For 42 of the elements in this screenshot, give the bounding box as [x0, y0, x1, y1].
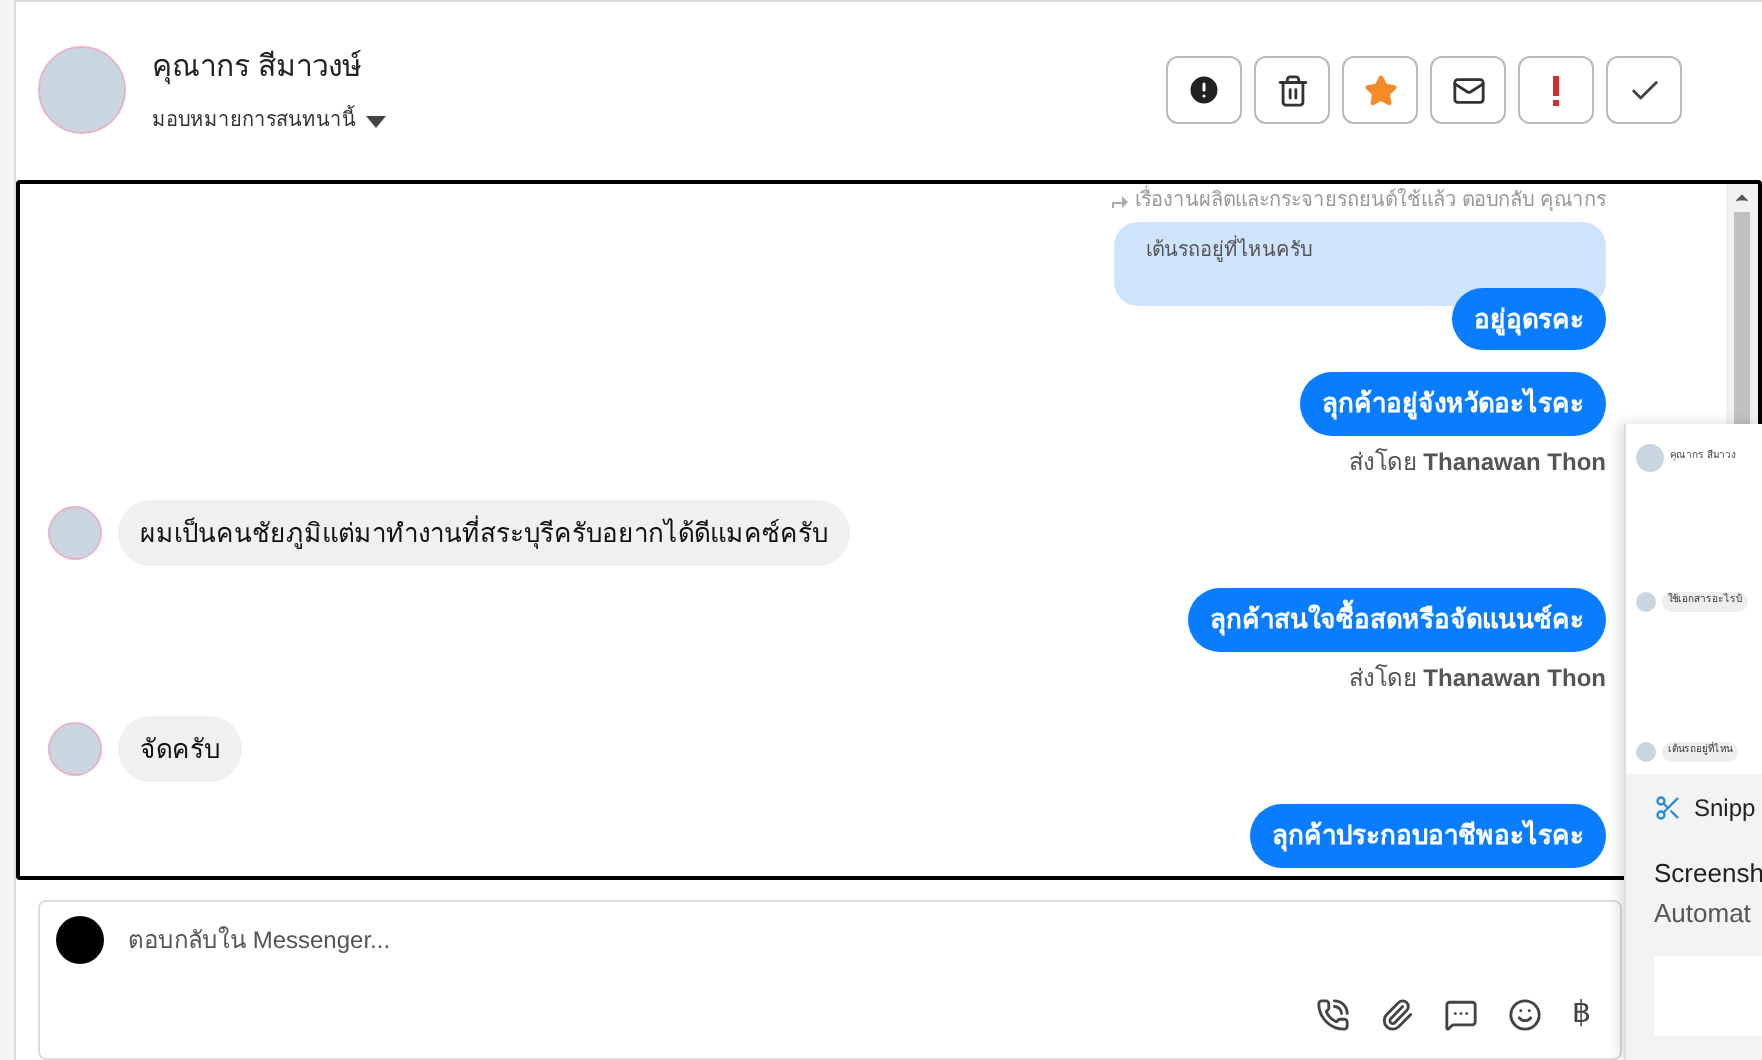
- sent-message: ลุกค้าสนใจซื้อสดหรือจัดแนนซ์คะ: [1188, 588, 1606, 652]
- avatar: [48, 506, 102, 561]
- important-button[interactable]: [1518, 56, 1594, 125]
- avatar: [48, 722, 102, 777]
- spam-button[interactable]: [1166, 56, 1242, 125]
- page-avatar: [56, 916, 104, 964]
- envelope-icon: [1451, 73, 1485, 108]
- paperclip-icon[interactable]: [1380, 997, 1414, 1032]
- sender-label: ส่งโดย Thanawan Thon: [1348, 445, 1606, 480]
- reply-box[interactable]: ตอบกลับใน Messenger... ฿: [38, 900, 1622, 1060]
- received-message: ผมเป็นคนชัยภูมิแต่มาทำงานที่สระบุรีครับอยากได้ดีแมคซ์ครับ: [118, 499, 850, 567]
- contact-name: คุณากร สีมาวงษ์: [152, 47, 365, 89]
- exclamation-icon: [1552, 75, 1560, 106]
- avatar: [1636, 444, 1664, 472]
- alert-icon: [1186, 72, 1222, 109]
- reply-arrow-icon: [1110, 194, 1129, 209]
- phone-icon[interactable]: [1316, 997, 1350, 1032]
- mark-unread-button[interactable]: [1430, 56, 1506, 125]
- star-icon: [1363, 73, 1397, 108]
- scissors-icon: [1654, 794, 1682, 822]
- sender-label: ส่งโดย Thanawan Thon: [1348, 661, 1606, 696]
- reply-context: เรื่องานผลิตและกระจายรถยนต์ใช้แล้ว ตอบกลับ คุณากร: [1134, 189, 1606, 214]
- currency-button[interactable]: ฿: [1572, 992, 1592, 1037]
- received-message: จัดครับ: [118, 715, 242, 783]
- notification-title: Screensh: [1654, 856, 1762, 892]
- avatar: [38, 46, 126, 135]
- app-name: Snipp: [1694, 792, 1756, 826]
- sent-message: อยู่อุดรคะ: [1452, 287, 1606, 351]
- avatar: [1636, 592, 1656, 612]
- avatar: [1636, 742, 1656, 762]
- notification-text: Automat: [1654, 895, 1753, 931]
- trash-icon: [1275, 73, 1309, 108]
- caret-icon: [366, 115, 386, 128]
- quoted-message: เต้นรถอยู่ที่ไหนครับ: [1114, 221, 1606, 306]
- star-button[interactable]: [1342, 56, 1418, 125]
- emoji-icon[interactable]: [1508, 997, 1542, 1032]
- sent-message: ลุกค้าประกอบอาชีพอะไรคะ: [1250, 804, 1606, 868]
- assign-dropdown[interactable]: มอบหมายการสนทนานี้: [152, 106, 386, 137]
- chat-bubble-icon[interactable]: [1444, 997, 1478, 1032]
- sent-message: ลุกค้าอยู่จังหวัดอะไรคะ: [1300, 372, 1606, 436]
- reply-input[interactable]: ตอบกลับใน Messenger...: [128, 922, 1604, 958]
- delete-button[interactable]: [1254, 56, 1330, 125]
